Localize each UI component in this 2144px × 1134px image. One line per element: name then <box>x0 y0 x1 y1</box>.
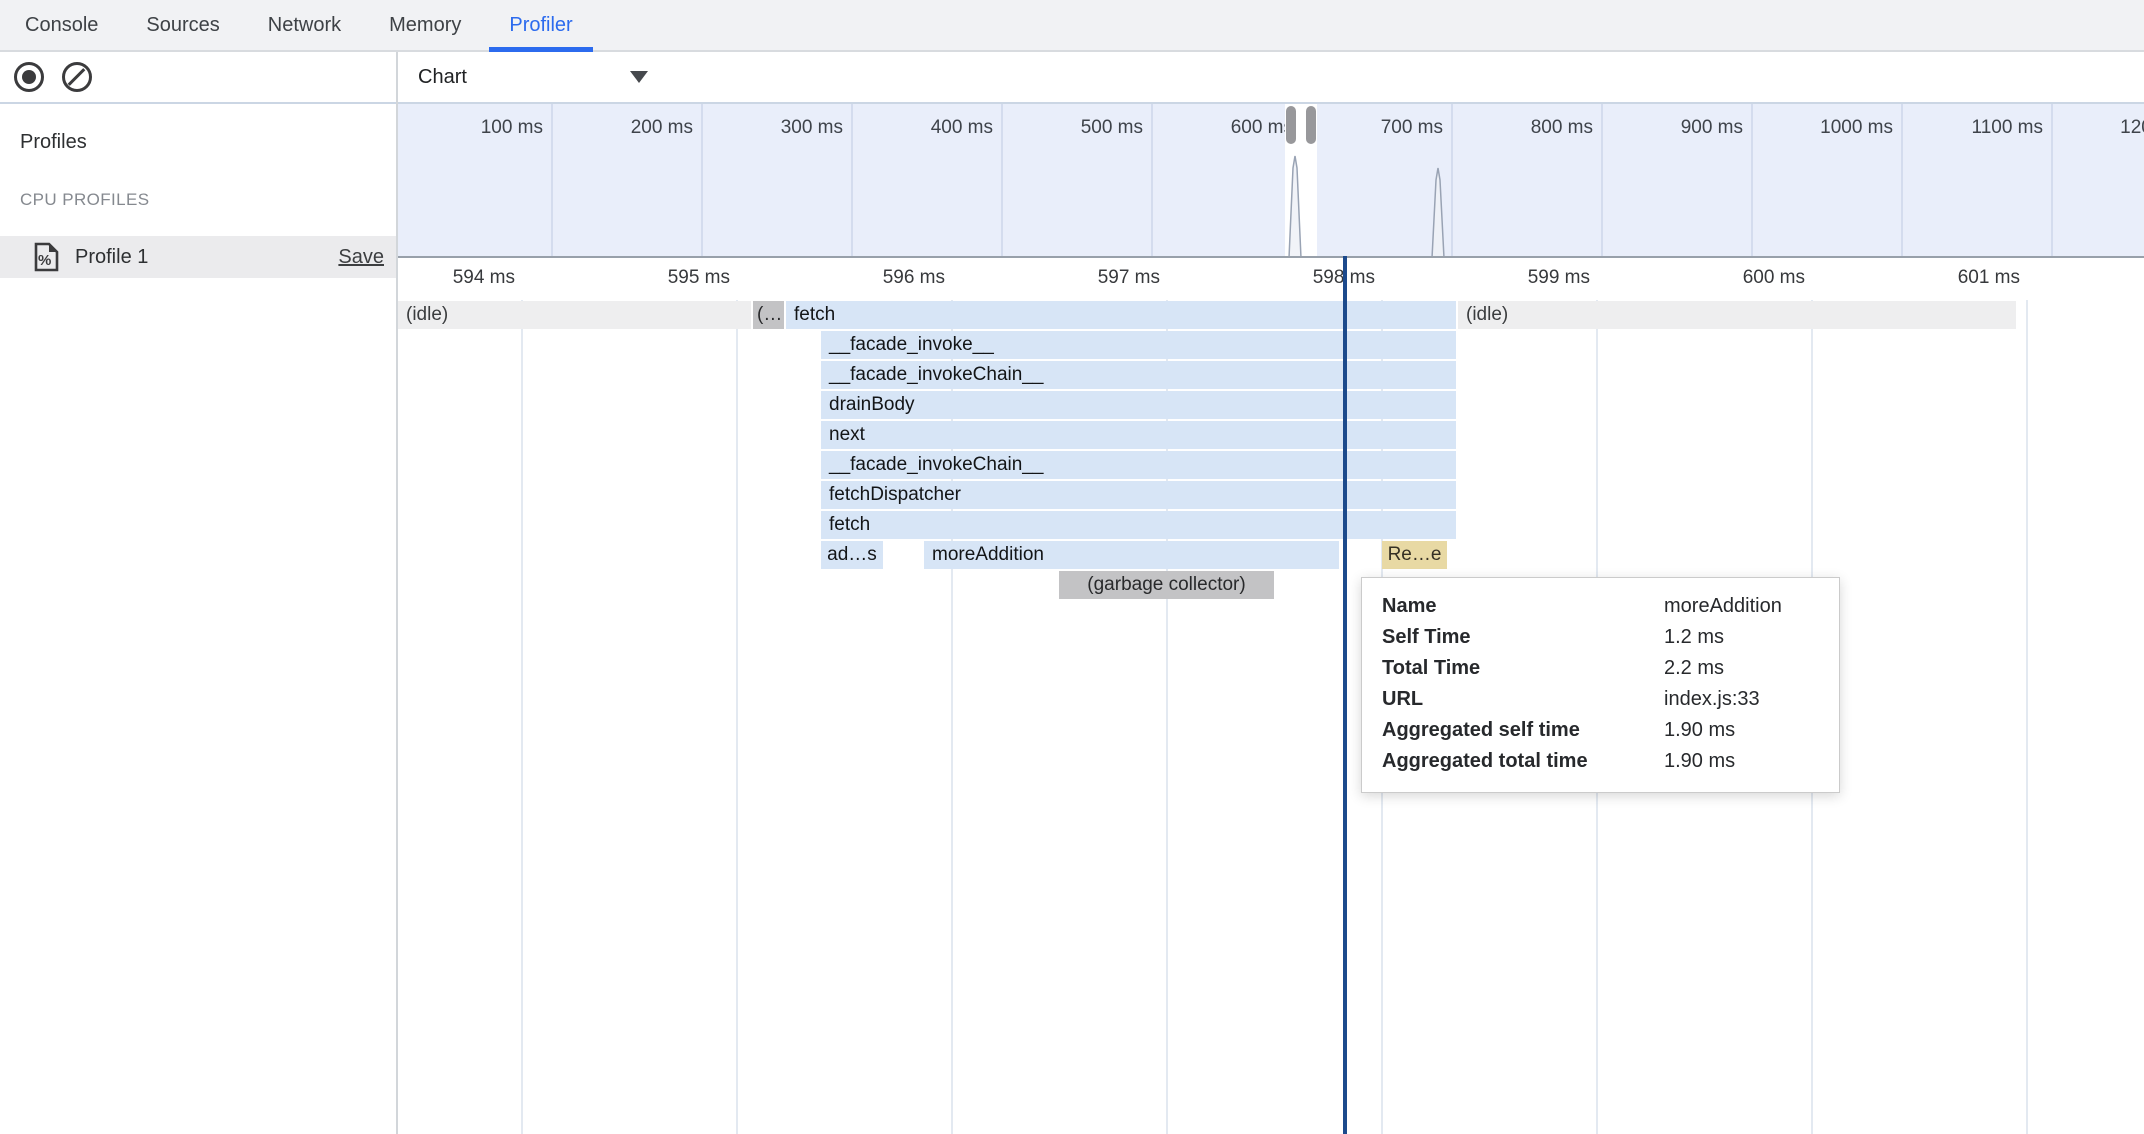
tab-console[interactable]: Console <box>5 0 118 50</box>
clear-profiles-icon[interactable] <box>62 62 92 92</box>
flame-bar-fetch[interactable]: fetch <box>821 511 1456 539</box>
tooltip-label: Name <box>1382 594 1664 618</box>
flame-chart: (idle) (… fetch (idle) __facade_invoke__… <box>398 300 2144 1134</box>
profiler-main-pane: Chart 100 ms 200 ms 300 ms <box>398 52 2144 1134</box>
tab-label: Console <box>25 14 98 37</box>
flame-bar-next[interactable]: next <box>821 421 1456 449</box>
tooltip-value: 1.90 ms <box>1664 749 1819 773</box>
profiles-heading: Profiles <box>20 130 396 154</box>
tab-label: Sources <box>146 14 219 37</box>
profiles-toolbar <box>0 52 396 104</box>
flame-bar-add-numbers[interactable]: ad…s <box>821 541 883 569</box>
profiles-sidebar: Profiles CPU PROFILES % Profile 1 Save <box>0 52 398 1134</box>
profile-document-icon: % <box>33 242 59 272</box>
tooltip-value: index.js:33 <box>1664 687 1819 711</box>
flame-bar-idle[interactable]: (idle) <box>398 301 751 329</box>
selection-right-handle[interactable] <box>1306 106 1316 144</box>
flame-bar-report-error[interactable]: Re…e <box>1382 541 1447 569</box>
ruler-tick-label: 600 ms <box>1645 266 1805 290</box>
flame-gridline <box>2026 300 2028 1134</box>
cpu-usage-spikes <box>398 104 2142 258</box>
svg-text:%: % <box>38 252 51 269</box>
tooltip-label: Self Time <box>1382 625 1664 649</box>
profile-list-item[interactable]: % Profile 1 Save <box>0 236 396 278</box>
tab-sources[interactable]: Sources <box>126 0 239 50</box>
tab-label: Profiler <box>509 14 572 37</box>
ruler-tick-label: 598 ms <box>1215 266 1375 290</box>
flame-bar-truncated[interactable]: (… <box>753 301 784 329</box>
view-mode-label: Chart <box>418 66 467 89</box>
ruler-tick-label: 601 ms <box>1860 266 2020 290</box>
ruler-tick-label: 596 ms <box>785 266 945 290</box>
timeline-overview[interactable]: 100 ms 200 ms 300 ms 400 ms 500 ms 600 m… <box>398 104 2144 258</box>
flame-bar-idle[interactable]: (idle) <box>1458 301 2016 329</box>
flame-bar-fetch[interactable]: fetch <box>786 301 1456 329</box>
tooltip-value: 1.90 ms <box>1664 718 1819 742</box>
tooltip-value: 2.2 ms <box>1664 656 1819 680</box>
flame-bar-drain-body[interactable]: drainBody <box>821 391 1456 419</box>
selection-left-handle[interactable] <box>1286 106 1296 144</box>
tooltip-label: URL <box>1382 687 1664 711</box>
frame-details-tooltip: NamemoreAddition Self Time1.2 ms Total T… <box>1361 577 1840 793</box>
flame-bar-garbage-collector[interactable]: (garbage collector) <box>1059 571 1274 599</box>
ruler-tick-label: 599 ms <box>1430 266 1590 290</box>
ruler-tick-label: 594 ms <box>355 266 515 290</box>
cpu-profiles-section-heading: CPU PROFILES <box>20 190 396 210</box>
record-icon[interactable] <box>14 62 44 92</box>
tooltip-value: moreAddition <box>1664 594 1819 618</box>
timeline-playhead[interactable] <box>1343 256 1347 1134</box>
flame-bar-facade-invoke-chain[interactable]: __facade_invokeChain__ <box>821 451 1456 479</box>
tab-profiler[interactable]: Profiler <box>489 0 592 50</box>
tab-label: Network <box>268 14 341 37</box>
flame-gridline <box>521 300 523 1134</box>
tab-label: Memory <box>389 14 461 37</box>
ruler-tick-label: 595 ms <box>570 266 730 290</box>
timeline-ruler: 594 ms 595 ms 596 ms 597 ms 598 ms 599 m… <box>398 258 2144 296</box>
flame-bar-facade-invoke-chain[interactable]: __facade_invokeChain__ <box>821 361 1456 389</box>
tooltip-label: Aggregated self time <box>1382 718 1664 742</box>
tab-network[interactable]: Network <box>248 0 361 50</box>
record-dot <box>22 70 36 84</box>
view-mode-select[interactable]: Chart <box>418 66 648 89</box>
flame-bar-fetch-dispatcher[interactable]: fetchDispatcher <box>821 481 1456 509</box>
chevron-down-icon <box>630 71 648 83</box>
tooltip-value: 1.2 ms <box>1664 625 1819 649</box>
ruler-tick-label: 597 ms <box>1000 266 1160 290</box>
profile-name: Profile 1 <box>75 246 338 269</box>
tooltip-label: Total Time <box>1382 656 1664 680</box>
flame-gridline <box>736 300 738 1134</box>
tooltip-label: Aggregated total time <box>1382 749 1664 773</box>
tab-memory[interactable]: Memory <box>369 0 481 50</box>
flame-bar-more-addition[interactable]: moreAddition <box>924 541 1339 569</box>
web-inspector: Console Sources Network Memory Profiler … <box>0 0 2144 1134</box>
view-mode-toolbar: Chart <box>398 52 2144 104</box>
devtools-tab-bar: Console Sources Network Memory Profiler <box>0 0 2144 52</box>
flame-bar-facade-invoke[interactable]: __facade_invoke__ <box>821 331 1456 359</box>
